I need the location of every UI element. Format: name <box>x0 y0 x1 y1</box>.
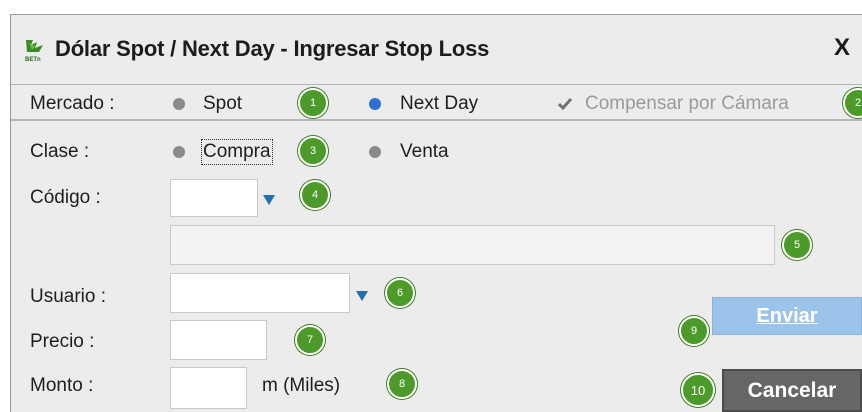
callout-badge-4: 4 <box>300 180 330 210</box>
codigo-dropdown-arrow-icon[interactable] <box>263 195 275 205</box>
radio-spot[interactable] <box>173 98 185 110</box>
option-venta-label[interactable]: Venta <box>400 141 449 163</box>
close-button[interactable]: X <box>834 34 850 62</box>
usuario-label: Usuario : <box>30 286 107 307</box>
window-title: Dólar Spot / Next Day - Ingresar Stop Lo… <box>55 36 490 61</box>
option-next-day-label[interactable]: Next Day <box>400 93 478 115</box>
monto-unit-label: m (Miles) <box>262 375 341 396</box>
compensar-checkbox[interactable] <box>558 97 572 111</box>
callout-badge-9: 9 <box>679 316 709 346</box>
radio-venta[interactable] <box>369 146 381 158</box>
precio-label: Precio : <box>30 331 95 352</box>
monto-label: Monto : <box>30 375 94 396</box>
compensar-label[interactable]: Compensar por Cámara <box>585 93 789 115</box>
stop-loss-dialog: BETn Dólar Spot / Next Day - Ingresar St… <box>10 14 862 412</box>
clase-label: Clase : <box>30 141 90 162</box>
cancelar-button-label: Cancelar <box>747 378 837 402</box>
callout-badge-8: 8 <box>387 369 417 399</box>
callout-badge-7: 7 <box>295 325 325 355</box>
usuario-dropdown-arrow-icon[interactable] <box>356 291 368 301</box>
monto-input[interactable] <box>170 367 247 409</box>
callout-badge-6: 6 <box>385 278 415 308</box>
logo-text: BETn <box>25 57 41 63</box>
callout-badge-5: 5 <box>782 230 812 260</box>
callout-badge-1: 1 <box>298 88 328 118</box>
option-spot-label[interactable]: Spot <box>203 93 242 115</box>
enviar-button-label: Enviar <box>756 304 818 327</box>
codigo-label: Código : <box>30 187 101 208</box>
enviar-button[interactable]: Enviar <box>712 297 862 335</box>
codigo-description-field <box>170 225 775 265</box>
option-compra-label[interactable]: Compra <box>201 139 273 165</box>
codigo-input[interactable] <box>170 179 258 217</box>
title-bar: BETn Dólar Spot / Next Day - Ingresar St… <box>11 15 862 85</box>
usuario-input[interactable] <box>170 273 350 313</box>
radio-compra[interactable] <box>173 146 185 158</box>
cancelar-button[interactable]: Cancelar <box>722 369 862 412</box>
app-logo: BETn <box>23 37 47 63</box>
callout-badge-10: 10 <box>681 373 715 407</box>
precio-input[interactable] <box>170 320 267 360</box>
callout-badge-3: 3 <box>298 136 328 166</box>
mercado-label: Mercado : <box>30 93 115 114</box>
radio-next-day[interactable] <box>369 98 381 110</box>
